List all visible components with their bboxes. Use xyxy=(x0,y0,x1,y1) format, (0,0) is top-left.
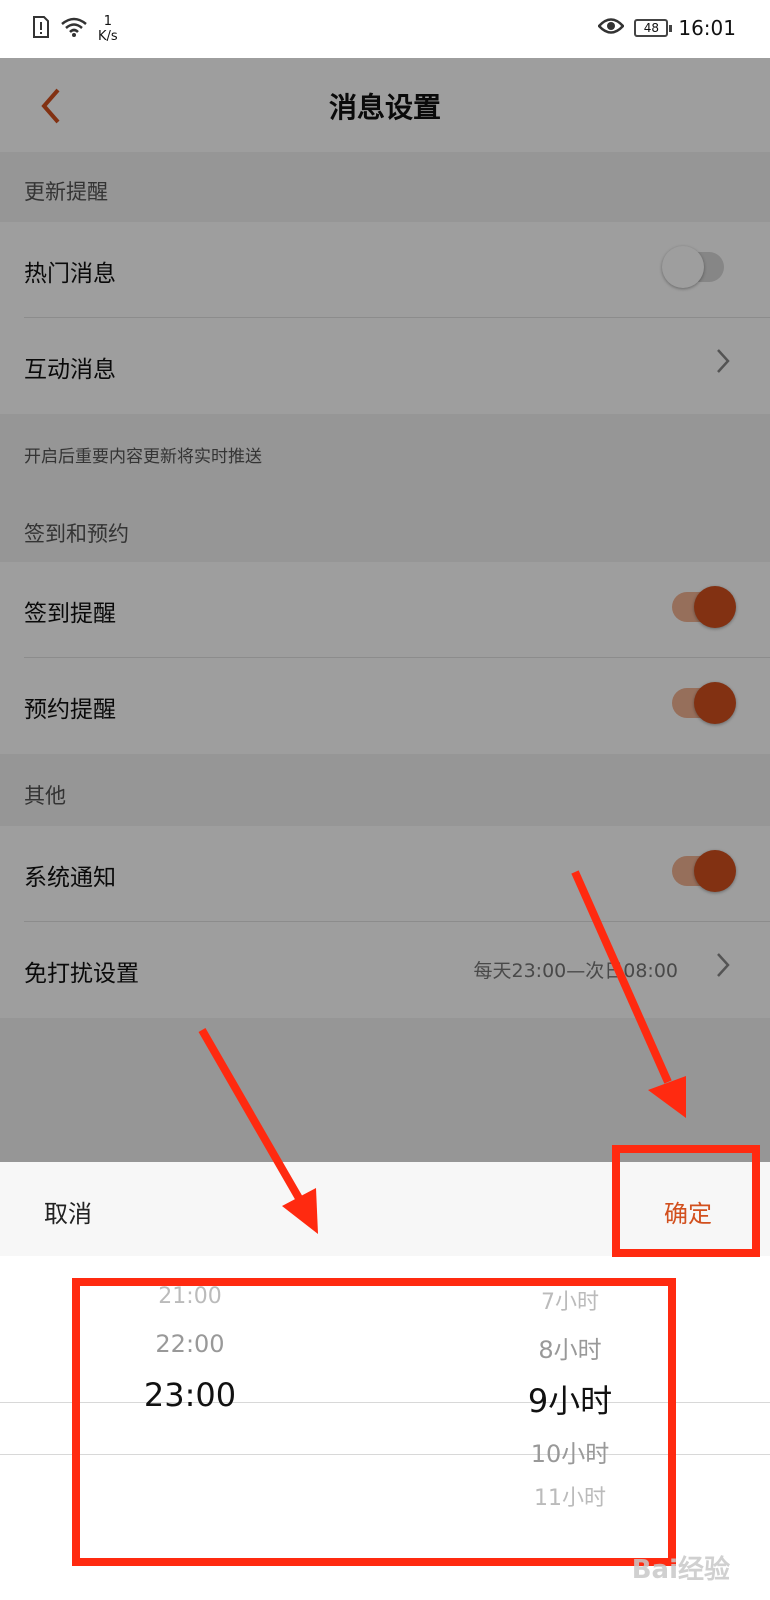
watermark: Bai经验 xyxy=(631,1555,730,1585)
annotation-arrows xyxy=(198,870,686,1234)
annotation-arrow-confirm xyxy=(571,870,686,1118)
annotation-arrow-picker xyxy=(198,1028,318,1234)
